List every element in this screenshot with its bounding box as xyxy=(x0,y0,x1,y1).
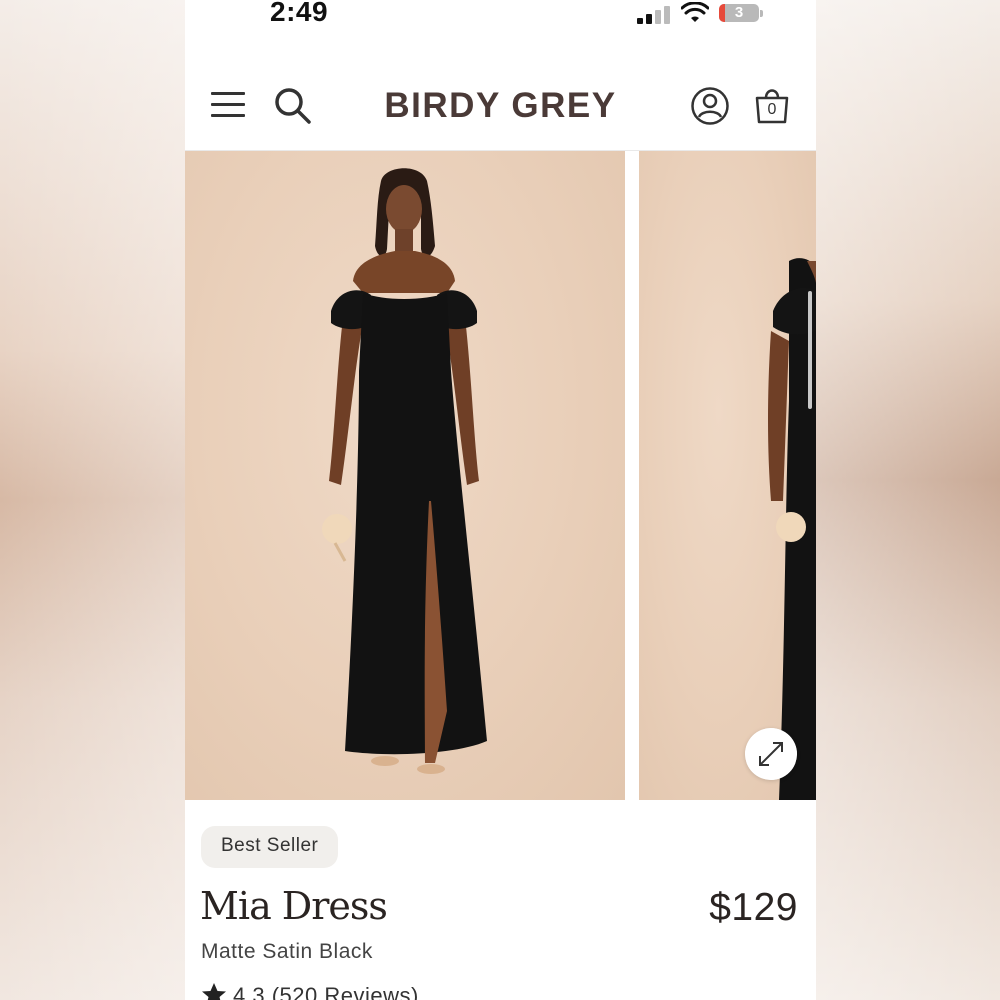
product-variant: Matte Satin Black xyxy=(201,940,373,963)
product-gallery[interactable] xyxy=(185,151,816,801)
rating-value: 4.3 xyxy=(233,983,266,1000)
blurred-background-right xyxy=(816,0,1000,1000)
expand-icon[interactable] xyxy=(745,728,797,780)
best-seller-badge: Best Seller xyxy=(201,826,339,868)
star-icon xyxy=(202,983,226,1000)
account-icon[interactable] xyxy=(690,86,730,126)
product-price: $129 xyxy=(709,886,798,929)
site-header: BIRDY GREY 0 xyxy=(185,60,816,151)
product-photo-main[interactable] xyxy=(185,151,625,800)
status-bar: 2:49 3 xyxy=(185,0,816,40)
battery-level: 3 xyxy=(734,4,744,21)
review-count[interactable]: (520 Reviews) xyxy=(272,983,419,1000)
product-rating[interactable]: 4.3 (520 Reviews) xyxy=(201,982,419,1000)
gallery-scrollbar[interactable] xyxy=(808,291,812,409)
battery-icon: 3 xyxy=(719,4,763,22)
cart-count: 0 xyxy=(767,101,777,118)
product-title: Mia Dress xyxy=(200,884,388,928)
shopping-bag-icon[interactable]: 0 xyxy=(753,86,791,126)
model-illustration xyxy=(322,168,487,774)
model-illustration-side xyxy=(768,258,816,800)
status-time: 2:49 xyxy=(270,0,329,27)
product-photo-secondary[interactable] xyxy=(639,151,816,800)
signal-icon xyxy=(637,6,671,24)
wifi-icon xyxy=(681,2,709,22)
phone-screen: 2:49 3 BIRDY GREY 0 Best Seller Mia Dres… xyxy=(185,0,816,1000)
blurred-background-left xyxy=(0,0,185,1000)
